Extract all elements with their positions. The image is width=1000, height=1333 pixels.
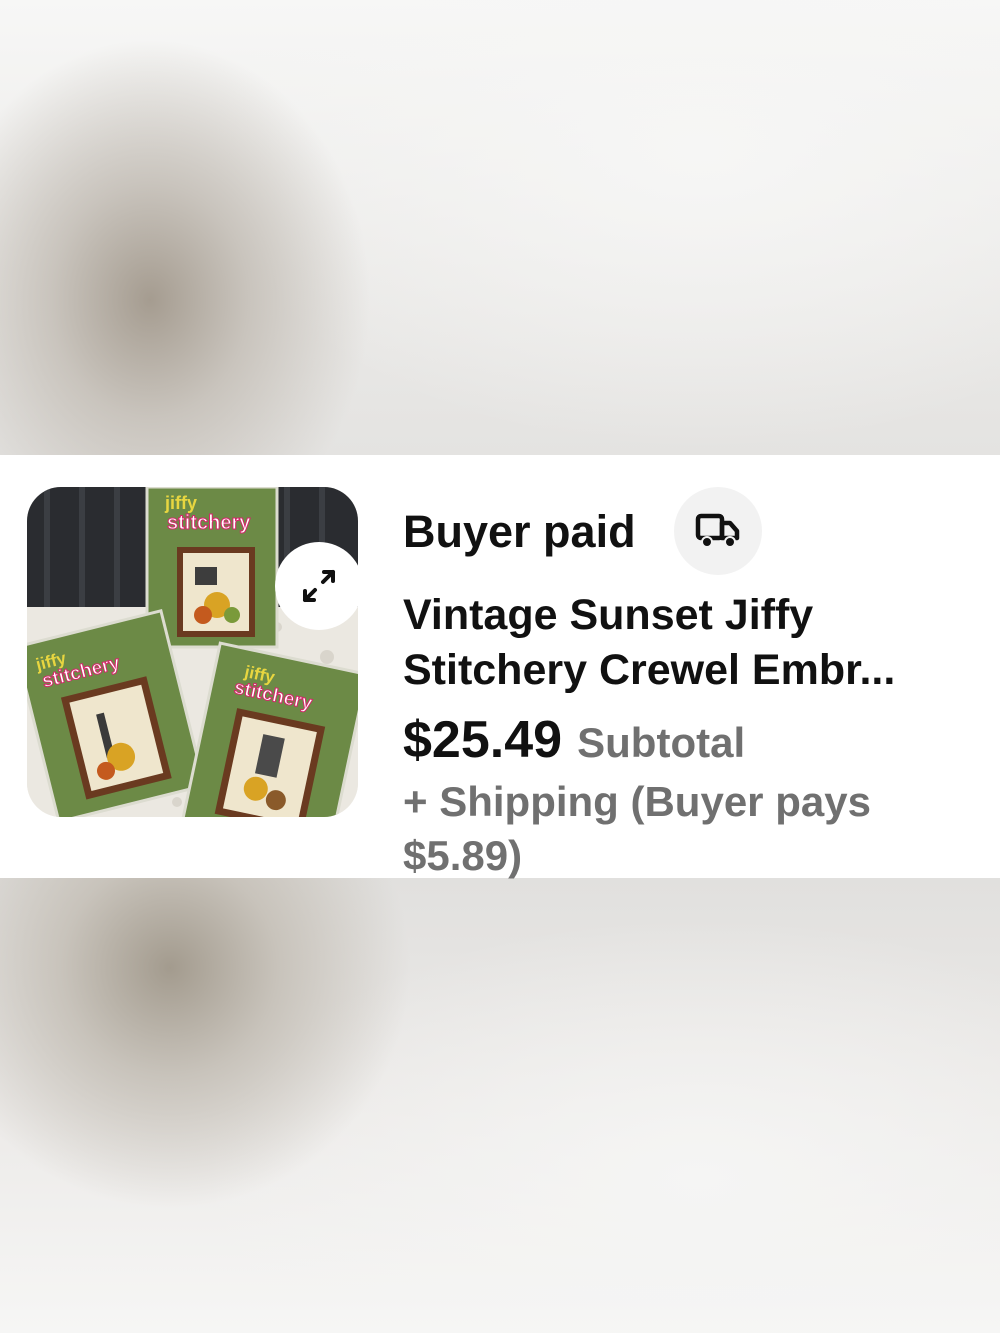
product-photo: jiffy stitchery jiffy stitchery jiffy st… — [27, 487, 358, 817]
shipping-line-2: $5.89) — [403, 832, 523, 879]
shipping-line-1: + Shipping (Buyer pays — [403, 778, 871, 825]
kit-top: jiffy stitchery — [145, 487, 279, 649]
expand-image-button[interactable] — [275, 542, 358, 630]
svg-text:jiffy: jiffy — [164, 493, 197, 513]
truck-icon — [695, 513, 740, 548]
shipping-button[interactable] — [674, 487, 762, 575]
item-title[interactable]: Vintage Sunset Jiffy Stitchery Crewel Em… — [403, 588, 983, 698]
order-summary-card[interactable]: jiffy stitchery jiffy stitchery jiffy st… — [0, 455, 1000, 879]
blurred-background-bottom — [0, 878, 1000, 1333]
item-title-line-1: Vintage Sunset Jiffy — [403, 591, 814, 639]
item-title-line-2: Stitchery Crewel Embr... — [403, 646, 896, 694]
item-price: $25.49 — [403, 711, 563, 769]
svg-text:stitchery: stitchery — [167, 512, 251, 534]
price-line: $25.49 Subtotal — [403, 708, 745, 784]
expand-arrows-icon — [303, 570, 335, 602]
order-status: Buyer paid — [403, 506, 636, 557]
price-label: Subtotal — [577, 719, 746, 766]
blurred-background-top — [0, 0, 1000, 455]
shipping-info: + Shipping (Buyer pays $5.89) — [403, 775, 983, 883]
product-thumbnail[interactable]: jiffy stitchery jiffy stitchery jiffy st… — [27, 487, 358, 817]
